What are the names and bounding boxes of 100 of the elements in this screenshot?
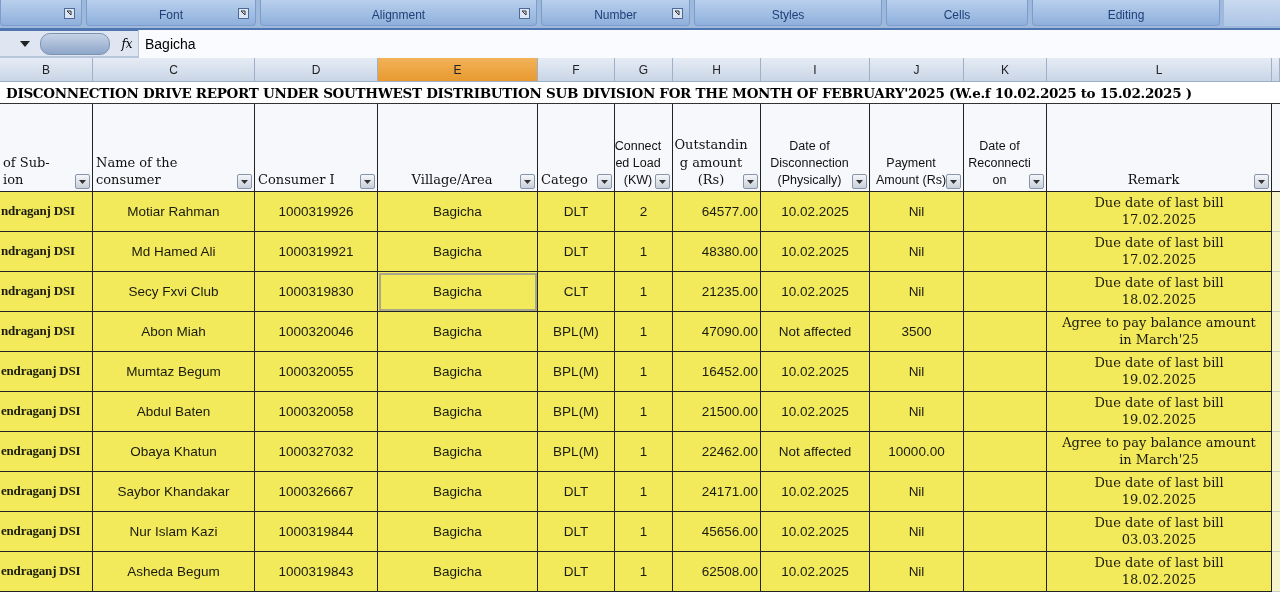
table-cell[interactable]: Bagicha (378, 192, 538, 232)
table-cell: Nil (870, 512, 964, 552)
filter-button[interactable] (75, 174, 90, 189)
column-header[interactable]: F (538, 58, 615, 82)
table-cell: Not affected (761, 432, 870, 472)
table-cell: 62508.00 (673, 552, 761, 592)
column-header[interactable]: D (255, 58, 378, 82)
table-cell: 1000319921 (255, 232, 378, 272)
table-cell[interactable]: Bagicha (378, 232, 538, 272)
table-cell: endraganj DSI (0, 552, 93, 592)
table-cell: Due date of last bill 19.02.2025 (1047, 472, 1272, 512)
dialog-launcher-icon[interactable] (238, 8, 249, 19)
table-cell[interactable]: Bagicha (378, 512, 538, 552)
column-header[interactable]: E (378, 58, 538, 82)
ribbon-group-label: Alignment (371, 8, 426, 24)
table-cell[interactable]: Bagicha (378, 392, 538, 432)
table-cell: 1 (615, 432, 673, 472)
table-cell: Due date of last bill 19.02.2025 (1047, 392, 1272, 432)
table-cell: 1 (615, 552, 673, 592)
column-header[interactable]: L (1047, 58, 1272, 82)
table-cell: Mumtaz Begum (93, 352, 255, 392)
table-cell: 1000319844 (255, 512, 378, 552)
column-header[interactable]: H (673, 58, 761, 82)
filter-button[interactable] (946, 174, 961, 189)
header-cell: Connect ed Load (KW) (615, 104, 673, 192)
filter-button[interactable] (520, 174, 535, 189)
filter-button[interactable] (743, 174, 758, 189)
ribbon-group-label: Font (159, 8, 183, 24)
filter-button[interactable] (655, 174, 670, 189)
table-cell[interactable]: Bagicha (378, 432, 538, 472)
table-cell: 1 (615, 352, 673, 392)
table-cell: 1000327032 (255, 432, 378, 472)
table-cell: endraganj DSI (0, 472, 93, 512)
table-cell[interactable]: Bagicha (378, 472, 538, 512)
table-cell: Agree to pay balance amount in March'25 (1047, 432, 1272, 472)
header-cell: Catego (538, 104, 615, 192)
dialog-launcher-icon[interactable] (519, 8, 530, 19)
column-header[interactable]: J (870, 58, 964, 82)
caret-icon[interactable] (20, 40, 30, 47)
table-cell: Nil (870, 192, 964, 232)
table-cell: Abdul Baten (93, 392, 255, 432)
table-cell: 2 (615, 192, 673, 232)
table-cell: 10.02.2025 (761, 512, 870, 552)
table-cell: Nil (870, 232, 964, 272)
filter-button[interactable] (852, 174, 867, 189)
table-cell: Due date of last bill 17.02.2025 (1047, 232, 1272, 272)
table-cell: 24171.00 (673, 472, 761, 512)
table-cell: DLT (538, 512, 615, 552)
table-cell: 16452.00 (673, 352, 761, 392)
table-cell: CLT (538, 272, 615, 312)
table-cell: Due date of last bill 18.02.2025 (1047, 552, 1272, 592)
table-cell: Nil (870, 352, 964, 392)
table-cell: 1000320046 (255, 312, 378, 352)
table-cell: Nil (870, 392, 964, 432)
table-cell: Agree to pay balance amount in March'25 (1047, 312, 1272, 352)
table-cell[interactable]: Bagicha (378, 312, 538, 352)
header-cell: Date of Disconnection (Physically) (761, 104, 870, 192)
table-cell: Abon Miah (93, 312, 255, 352)
filter-button[interactable] (1254, 174, 1269, 189)
dialog-launcher-icon[interactable] (64, 8, 75, 19)
table-cell[interactable]: Bagicha (378, 552, 538, 592)
table-cell: 1 (615, 272, 673, 312)
dropdown-arrow-icon (79, 179, 86, 184)
table-cell: Obaya Khatun (93, 432, 255, 472)
table-cell: 10000.00 (870, 432, 964, 472)
table-cell: 1000319830 (255, 272, 378, 312)
table-cell: Due date of last bill 19.02.2025 (1047, 352, 1272, 392)
ribbon-group-label: Number (594, 8, 637, 24)
column-header[interactable]: B (0, 58, 93, 82)
table-cell: Saybor Khandakar (93, 472, 255, 512)
function-button[interactable]: fx (116, 36, 138, 51)
filter-button[interactable] (597, 174, 612, 189)
table-cell: Nur Islam Kazi (93, 512, 255, 552)
column-header[interactable]: I (761, 58, 870, 82)
filter-button[interactable] (1029, 174, 1044, 189)
filter-button[interactable] (237, 174, 252, 189)
table-cell: DLT (538, 552, 615, 592)
table-cell: endraganj DSI (0, 432, 93, 472)
table-cell: 10.02.2025 (761, 192, 870, 232)
table-cell: Motiar Rahman (93, 192, 255, 232)
ribbon-group-label: Styles (771, 8, 805, 24)
table-cell: 1000319926 (255, 192, 378, 232)
table-cell: 64577.00 (673, 192, 761, 232)
table-cell: 1 (615, 472, 673, 512)
table-cell: 10.02.2025 (761, 272, 870, 312)
filter-button[interactable] (360, 174, 375, 189)
formula-input[interactable]: Bagicha (138, 29, 1280, 58)
header-cell: of Sub- ion (0, 104, 93, 192)
table-cell[interactable]: Bagicha (378, 352, 538, 392)
table-cell: 47090.00 (673, 312, 761, 352)
table-cell: 1 (615, 512, 673, 552)
table-cell[interactable]: Bagicha (378, 272, 538, 312)
column-header[interactable]: C (93, 58, 255, 82)
table-cell: 3500 (870, 312, 964, 352)
dropdown-arrow-icon (1258, 179, 1265, 184)
dropdown-arrow-icon (524, 179, 531, 184)
dialog-launcher-icon[interactable] (672, 8, 683, 19)
dropdown-arrow-icon (1033, 179, 1040, 184)
column-header[interactable]: K (964, 58, 1047, 82)
column-header[interactable]: G (615, 58, 673, 82)
